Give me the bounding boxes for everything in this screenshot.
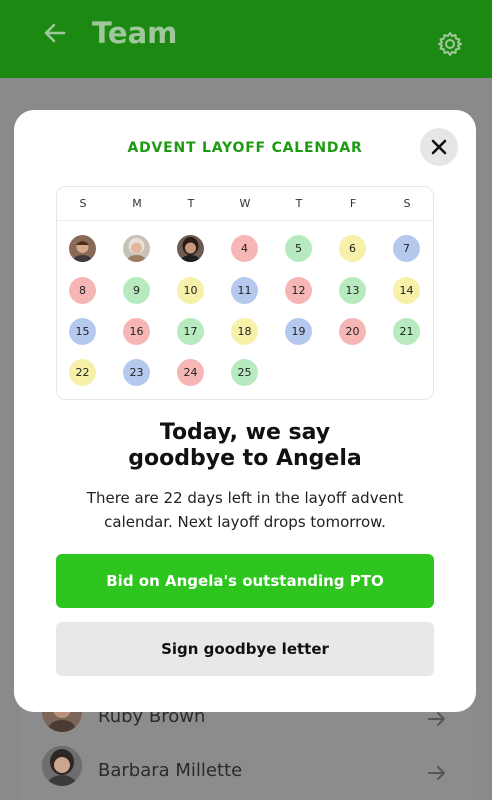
weekday-label: M — [132, 197, 142, 210]
calendar-day-photo[interactable] — [123, 235, 150, 262]
advent-calendar: S M T W T F S 4 5 6 7 8 9 10 11 12 13 14… — [56, 186, 434, 400]
close-icon — [431, 139, 447, 155]
weekday-label: S — [403, 197, 411, 210]
description: There are 22 days left in the layoff adv… — [54, 486, 436, 534]
calendar-day[interactable]: 23 — [123, 359, 150, 386]
calendar-day[interactable]: 19 — [285, 318, 312, 345]
page-title: Team — [92, 16, 178, 50]
calendar-day-photo[interactable] — [177, 235, 204, 262]
calendar-day[interactable]: 10 — [177, 277, 204, 304]
calendar-day[interactable]: 11 — [231, 277, 258, 304]
arrow-right-icon[interactable] — [426, 762, 448, 784]
calendar-day[interactable]: 21 — [393, 318, 420, 345]
close-button[interactable] — [420, 128, 458, 166]
calendar-day[interactable]: 9 — [123, 277, 150, 304]
description-line: There are 22 days left in the layoff adv… — [86, 489, 404, 507]
weekday-label: S — [79, 197, 87, 210]
calendar-day[interactable]: 16 — [123, 318, 150, 345]
calendar-day[interactable]: 12 — [285, 277, 312, 304]
bid-pto-button[interactable]: Bid on Angela's outstanding PTO — [56, 554, 434, 608]
list-item[interactable]: Barbara Millette — [20, 744, 472, 800]
calendar-day[interactable]: 25 — [231, 359, 258, 386]
headline: Today, we say goodbye to Angela — [14, 420, 476, 472]
layoff-calendar-modal: ADVENT LAYOFF CALENDAR S M T W T F S 4 5… — [14, 110, 476, 712]
avatar — [42, 746, 82, 786]
weekday-header: S M T W T F S — [57, 187, 433, 221]
arrow-left-icon[interactable] — [40, 18, 70, 48]
app-bar: Team — [0, 0, 492, 78]
gear-icon[interactable] — [436, 30, 464, 58]
headline-line: Today, we say — [159, 420, 331, 445]
calendar-day[interactable]: 24 — [177, 359, 204, 386]
calendar-day[interactable]: 6 — [339, 235, 366, 262]
headline-line: goodbye to Angela — [128, 446, 362, 471]
calendar-day-photo[interactable] — [69, 235, 96, 262]
calendar-day[interactable]: 7 — [393, 235, 420, 262]
sign-letter-button[interactable]: Sign goodbye letter — [56, 622, 434, 676]
calendar-day[interactable]: 5 — [285, 235, 312, 262]
weekday-label: T — [295, 197, 303, 210]
calendar-day[interactable]: 15 — [69, 318, 96, 345]
weekday-label: W — [239, 197, 251, 210]
member-name: Barbara Millette — [98, 760, 243, 781]
weekday-label: T — [187, 197, 195, 210]
modal-heading: ADVENT LAYOFF CALENDAR — [127, 140, 363, 156]
calendar-day[interactable]: 20 — [339, 318, 366, 345]
calendar-day[interactable]: 14 — [393, 277, 420, 304]
calendar-day[interactable]: 8 — [69, 277, 96, 304]
calendar-day[interactable]: 4 — [231, 235, 258, 262]
calendar-day[interactable]: 17 — [177, 318, 204, 345]
calendar-day[interactable]: 13 — [339, 277, 366, 304]
weekday-label: F — [349, 197, 357, 210]
description-line: calendar. Next layoff drops tomorrow. — [104, 513, 386, 531]
calendar-day[interactable]: 22 — [69, 359, 96, 386]
calendar-day[interactable]: 18 — [231, 318, 258, 345]
